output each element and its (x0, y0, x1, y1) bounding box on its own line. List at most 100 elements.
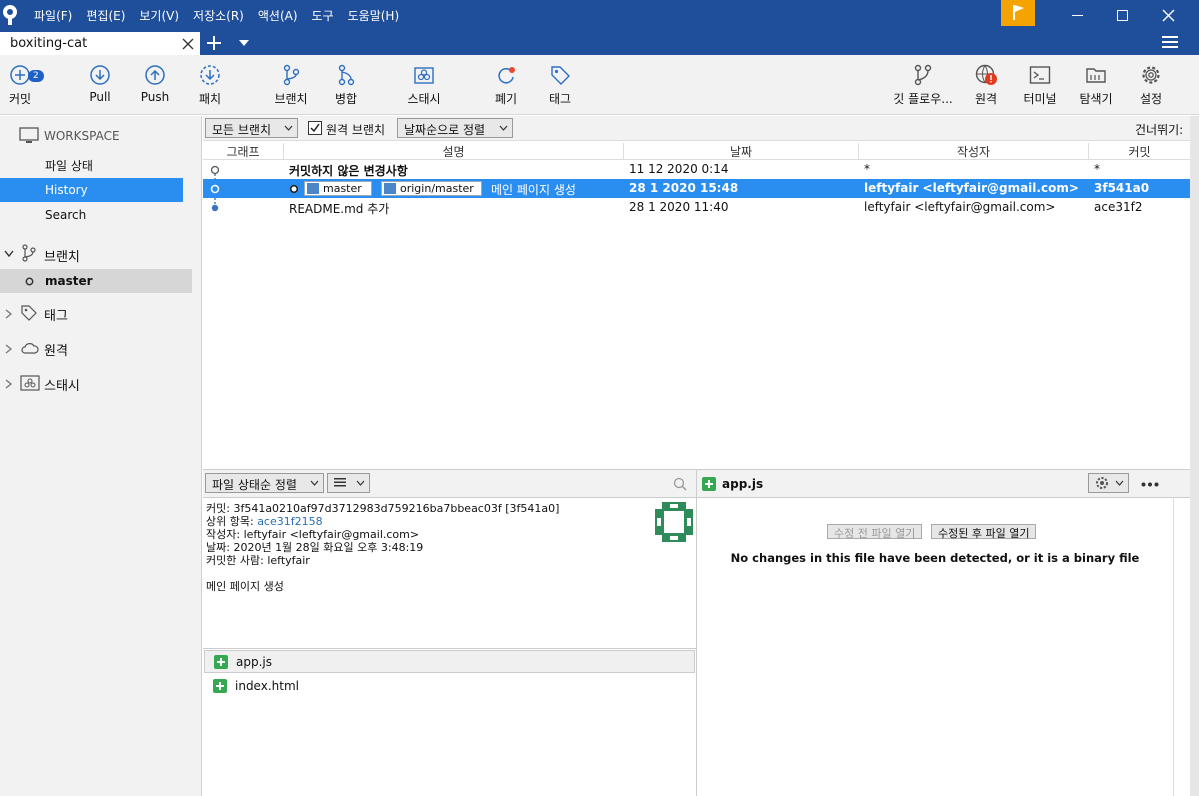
table-row[interactable]: README.md 추가 28 1 2020 11:40 leftyfair <… (203, 198, 1190, 217)
menu-file[interactable]: 파일(F) (34, 7, 72, 24)
sidebar-remotes-heading[interactable]: 원격 (44, 340, 68, 359)
close-button[interactable] (1145, 0, 1191, 30)
folder-icon (1086, 68, 1106, 83)
tag-label: 태그 (548, 92, 572, 106)
pane-splitter[interactable] (696, 469, 697, 796)
menu-help[interactable]: 도움말(H) (348, 7, 400, 24)
col-author[interactable]: 작성자 (858, 143, 1088, 160)
detail-commit-value: 3f541a0210af97d3712983d759216ba7bbeac03f… (233, 502, 560, 515)
chevron-down-icon (356, 480, 365, 486)
chevron-right-icon[interactable] (5, 379, 13, 389)
detail-date-key: 날짜: (206, 541, 230, 554)
checkmark-icon (310, 123, 320, 133)
branch-filter-value: 모든 브랜치 (212, 123, 272, 137)
table-row[interactable]: 커밋하지 않은 변경사항 11 12 2020 0:14 * * (203, 160, 1190, 179)
diff-message: No changes in this file have been detect… (730, 551, 1140, 565)
commit-node-icon (211, 204, 219, 212)
commit-button[interactable]: 커밋 2 (4, 64, 44, 107)
maximize-button[interactable] (1099, 0, 1145, 30)
view-mode-dropdown[interactable] (327, 473, 370, 493)
branch-filter-dropdown[interactable]: 모든 브랜치 (205, 118, 298, 138)
commit-hash: ace31f2 (1094, 200, 1143, 214)
branch-label-master[interactable]: master (304, 181, 372, 196)
sidebar-item-history[interactable]: History (0, 178, 183, 202)
diff-scrollbar[interactable] (1173, 498, 1190, 796)
repo-tab[interactable]: boxiting-cat (0, 32, 200, 55)
close-tab-icon[interactable] (182, 38, 194, 50)
sidebar-item-file-status[interactable]: 파일 상태 (45, 157, 93, 174)
stash-button[interactable]: 스태시 (404, 64, 444, 107)
terminal-button[interactable]: 터미널 (1020, 64, 1060, 107)
sidebar-item-search[interactable]: Search (45, 208, 86, 222)
diff-file-name: app.js (722, 477, 764, 491)
hamburger-menu-icon[interactable] (1162, 35, 1178, 49)
file-added-icon (702, 477, 716, 491)
menu-view[interactable]: 보기(V) (139, 7, 179, 24)
sidebar-branches-heading[interactable]: 브랜치 (44, 246, 80, 265)
col-description[interactable]: 설명 (283, 143, 623, 160)
avatar (655, 502, 693, 542)
patch-button[interactable]: 패치 (194, 64, 226, 107)
settings-label: 설정 (1139, 92, 1163, 106)
tab-dropdown-icon[interactable] (239, 40, 249, 46)
table-row-selected[interactable]: master origin/master 메인 페이지 생성 28 1 2020… (203, 179, 1190, 198)
detail-parent-link[interactable]: ace31f2158 (257, 515, 322, 528)
remote-button[interactable]: 원격 (970, 64, 1002, 107)
tag-icon (551, 66, 570, 85)
detail-commit-key: 커밋: (206, 502, 230, 515)
cloud-icon (21, 343, 39, 354)
history-filter-bar: 모든 브랜치 원격 브랜치 날짜순으로 정렬 건너뛰기: (203, 116, 1199, 141)
diff-toolbar: app.js (697, 469, 1190, 498)
chevron-right-icon[interactable] (5, 344, 13, 354)
branch-label-origin-master[interactable]: origin/master (381, 181, 482, 196)
detail-parent-key: 상위 항목: (206, 515, 254, 528)
file-sort-value: 파일 상태순 정렬 (212, 478, 297, 492)
chevron-down-icon[interactable] (4, 250, 14, 258)
discard-button[interactable]: 폐기 (490, 64, 522, 107)
tag-button[interactable]: 태그 (544, 64, 576, 107)
merge-icon (338, 64, 355, 86)
menu-repository[interactable]: 저장소(R) (193, 7, 244, 24)
minimize-icon (1072, 15, 1083, 16)
push-button[interactable]: Push (139, 64, 171, 104)
commit-details: 커밋: 3f541a0210af97d3712983d759216ba7bbea… (206, 502, 559, 593)
flag-button[interactable] (1001, 0, 1035, 26)
sidebar-tags-heading[interactable]: 태그 (44, 305, 68, 324)
open-before-button[interactable]: 수정 전 파일 열기 (827, 524, 923, 540)
branch-button[interactable]: 브랜치 (271, 64, 311, 107)
branch-icon (22, 244, 36, 262)
current-branch-icon (25, 277, 34, 286)
detail-committer-value: leftyfair (267, 554, 310, 567)
menu-edit[interactable]: 편집(E) (86, 7, 125, 24)
open-after-button[interactable]: 수정된 후 파일 열기 (931, 524, 1037, 540)
minimize-button[interactable] (1054, 0, 1100, 30)
settings-button[interactable]: 설정 (1135, 64, 1167, 107)
gitflow-button[interactable]: 깃 플로우... (890, 64, 956, 107)
col-date[interactable]: 날짜 (623, 143, 858, 160)
new-tab-icon[interactable] (206, 35, 222, 51)
menu-actions[interactable]: 액션(A) (258, 7, 298, 24)
col-commit[interactable]: 커밋 (1088, 143, 1190, 160)
explorer-button[interactable]: 탐색기 (1076, 64, 1116, 107)
file-added-icon (214, 655, 228, 669)
file-list-item[interactable]: index.html (204, 674, 695, 697)
more-options-icon[interactable] (1141, 482, 1159, 487)
title-bar: 파일(F) 편집(E) 보기(V) 저장소(R) 액션(A) 도구 도움말(H) (0, 0, 1199, 30)
file-list-item-selected[interactable]: app.js (204, 650, 695, 673)
file-sort-dropdown[interactable]: 파일 상태순 정렬 (205, 473, 324, 493)
branch-label-text: master (323, 182, 362, 195)
merge-button[interactable]: 병합 (330, 64, 362, 107)
sidebar-stashes-heading[interactable]: 스태시 (44, 375, 80, 394)
sidebar-item-master[interactable]: master (0, 269, 192, 293)
chevron-right-icon[interactable] (5, 309, 13, 319)
commit-author: leftyfair <leftyfair@gmail.com> (864, 181, 1079, 195)
remote-branches-checkbox[interactable] (308, 121, 322, 135)
menu-tools[interactable]: 도구 (312, 7, 334, 24)
repo-tab-label: boxiting-cat (10, 36, 88, 51)
diff-options-dropdown[interactable] (1088, 473, 1129, 493)
search-icon[interactable] (673, 477, 687, 491)
sort-dropdown[interactable]: 날짜순으로 정렬 (397, 118, 513, 138)
pull-button[interactable]: Pull (84, 64, 116, 104)
col-graph[interactable]: 그래프 (203, 143, 283, 160)
close-icon (1162, 9, 1175, 22)
